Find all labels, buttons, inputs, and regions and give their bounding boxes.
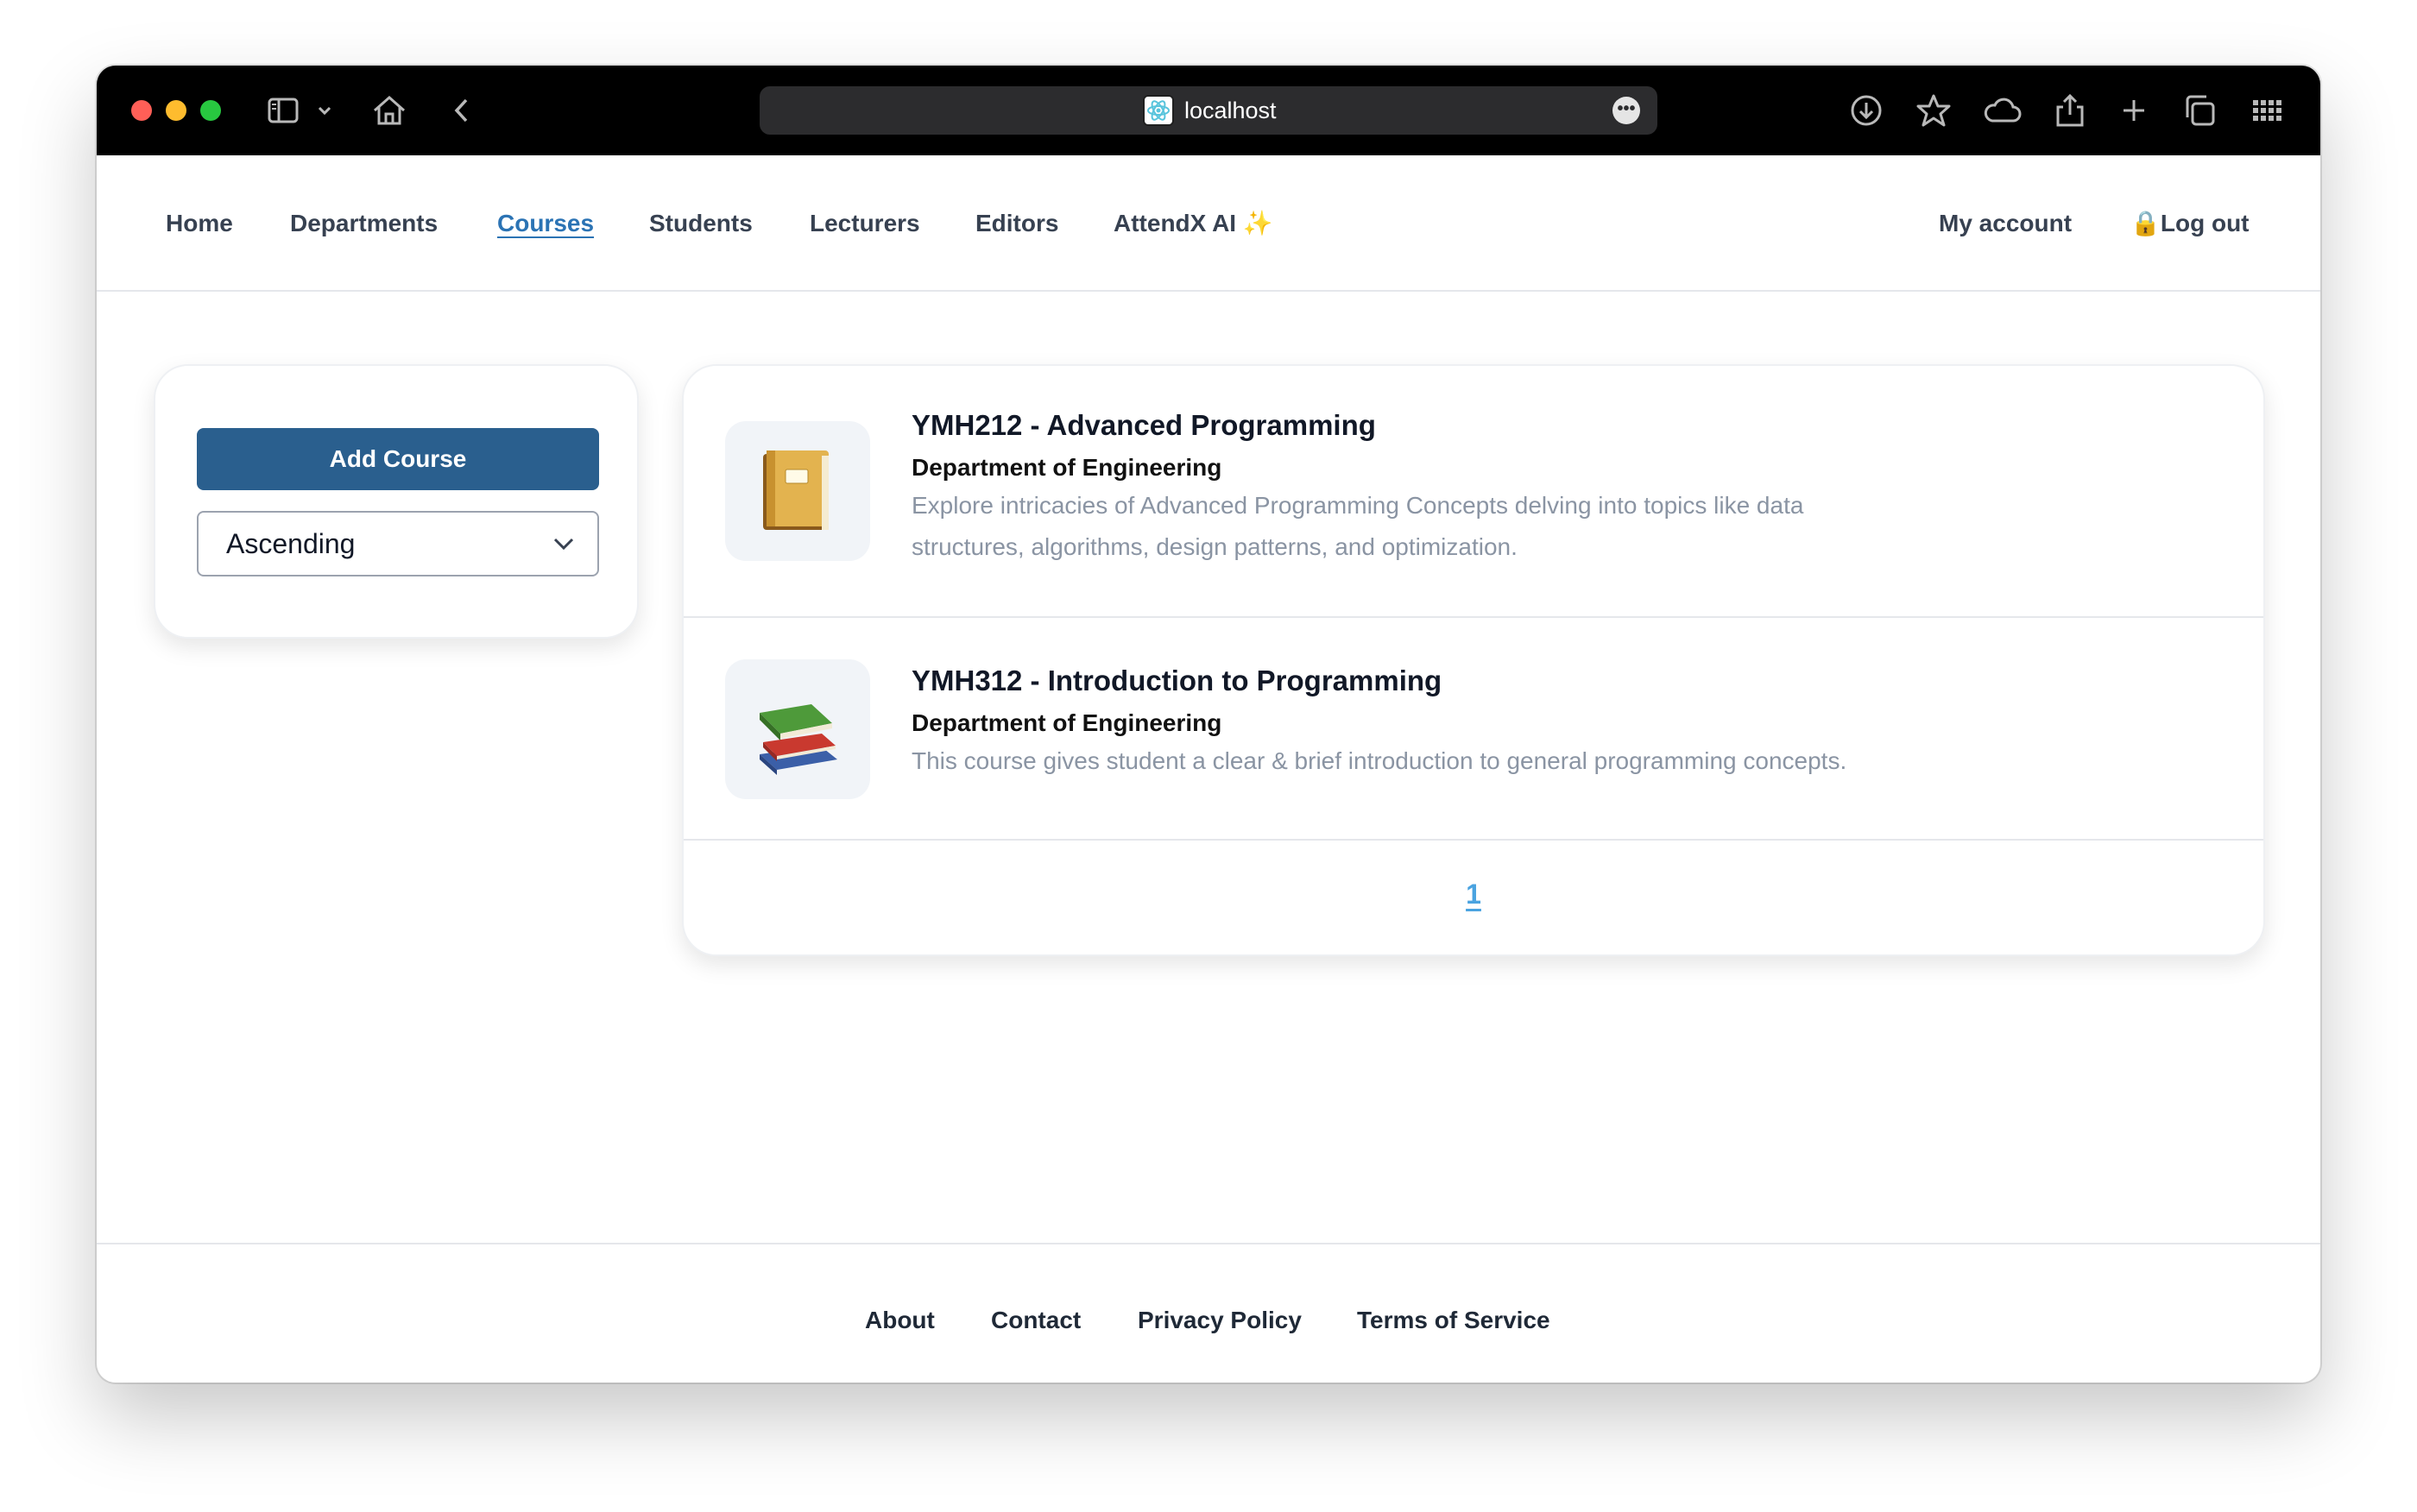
- nav-editors-link[interactable]: Editors: [975, 155, 1058, 292]
- nav-home-link[interactable]: Home: [166, 155, 233, 292]
- url-text: localhost: [1184, 98, 1277, 123]
- course-controls-card: Add Course Ascending: [154, 364, 639, 639]
- course-title[interactable]: YMH312 - Introduction to Programming: [912, 665, 1442, 697]
- course-department: Department of Engineering: [912, 709, 1222, 736]
- sort-order-value: Ascending: [226, 528, 356, 559]
- lock-icon: 🔒: [2130, 210, 2161, 236]
- footer-privacy-link[interactable]: Privacy Policy: [1138, 1244, 1302, 1383]
- footer-contact-link[interactable]: Contact: [991, 1244, 1081, 1383]
- react-favicon-icon: [1143, 95, 1174, 126]
- course-title[interactable]: YMH212 - Advanced Programming: [912, 409, 1376, 442]
- sidebar-icon[interactable]: [266, 93, 300, 128]
- maximize-window-button[interactable]: [200, 100, 221, 121]
- course-description: This course gives student a clear & brie…: [912, 747, 1847, 774]
- nav-attendx-ai-link[interactable]: AttendX AI ✨: [1114, 155, 1273, 292]
- star-icon[interactable]: [1916, 93, 1951, 128]
- nav-courses-link[interactable]: Courses: [497, 155, 594, 292]
- nav-students-link[interactable]: Students: [649, 155, 753, 292]
- browser-window: localhost ••• Home Departments Courses S…: [97, 66, 2320, 1383]
- pagination: 1: [684, 841, 2263, 954]
- minimize-window-button[interactable]: [166, 100, 186, 121]
- nav-departments-link[interactable]: Departments: [290, 155, 438, 292]
- browser-toolbar: localhost •••: [97, 66, 2320, 155]
- course-list-card: YMH212 - Advanced Programming Department…: [682, 364, 2265, 956]
- logout-link[interactable]: 🔒Log out: [2130, 155, 2250, 292]
- course-list-item[interactable]: YMH312 - Introduction to Programming Dep…: [684, 618, 2263, 841]
- sort-order-select[interactable]: Ascending: [197, 511, 599, 576]
- course-department: Department of Engineering: [912, 454, 1222, 481]
- address-bar[interactable]: localhost •••: [760, 86, 1657, 135]
- grid-icon[interactable]: [2250, 93, 2284, 128]
- home-icon[interactable]: [371, 93, 407, 128]
- nav-lecturers-link[interactable]: Lecturers: [810, 155, 920, 292]
- add-course-button[interactable]: Add Course: [197, 428, 599, 490]
- course-description: Explore intricacies of Advanced Programm…: [912, 492, 1804, 560]
- site-footer: About Contact Privacy Policy Terms of Se…: [97, 1243, 2320, 1383]
- download-icon[interactable]: [1849, 93, 1884, 128]
- sparkle-icon: ✨: [1242, 210, 1273, 236]
- books-icon: [725, 659, 870, 799]
- tabs-icon[interactable]: [2182, 93, 2217, 128]
- attendx-label: AttendX AI: [1114, 210, 1237, 236]
- site-navigation: Home Departments Courses Students Lectur…: [97, 155, 2320, 292]
- logout-label: Log out: [2160, 210, 2250, 236]
- back-icon[interactable]: [449, 93, 475, 128]
- footer-terms-link[interactable]: Terms of Service: [1357, 1244, 1550, 1383]
- chevron-down-icon[interactable]: [316, 93, 333, 128]
- course-list-item[interactable]: YMH212 - Advanced Programming Department…: [684, 366, 2263, 618]
- cloud-icon[interactable]: [1984, 93, 2022, 128]
- plus-icon[interactable]: [2118, 93, 2149, 128]
- page-link-current[interactable]: 1: [1466, 879, 1481, 910]
- share-icon[interactable]: [2053, 93, 2087, 128]
- close-window-button[interactable]: [131, 100, 152, 121]
- more-options-icon[interactable]: •••: [1612, 97, 1640, 124]
- footer-about-link[interactable]: About: [865, 1244, 935, 1383]
- my-account-link[interactable]: My account: [1939, 155, 2072, 292]
- chevron-down-icon: [552, 535, 575, 557]
- notebook-icon: [725, 421, 870, 561]
